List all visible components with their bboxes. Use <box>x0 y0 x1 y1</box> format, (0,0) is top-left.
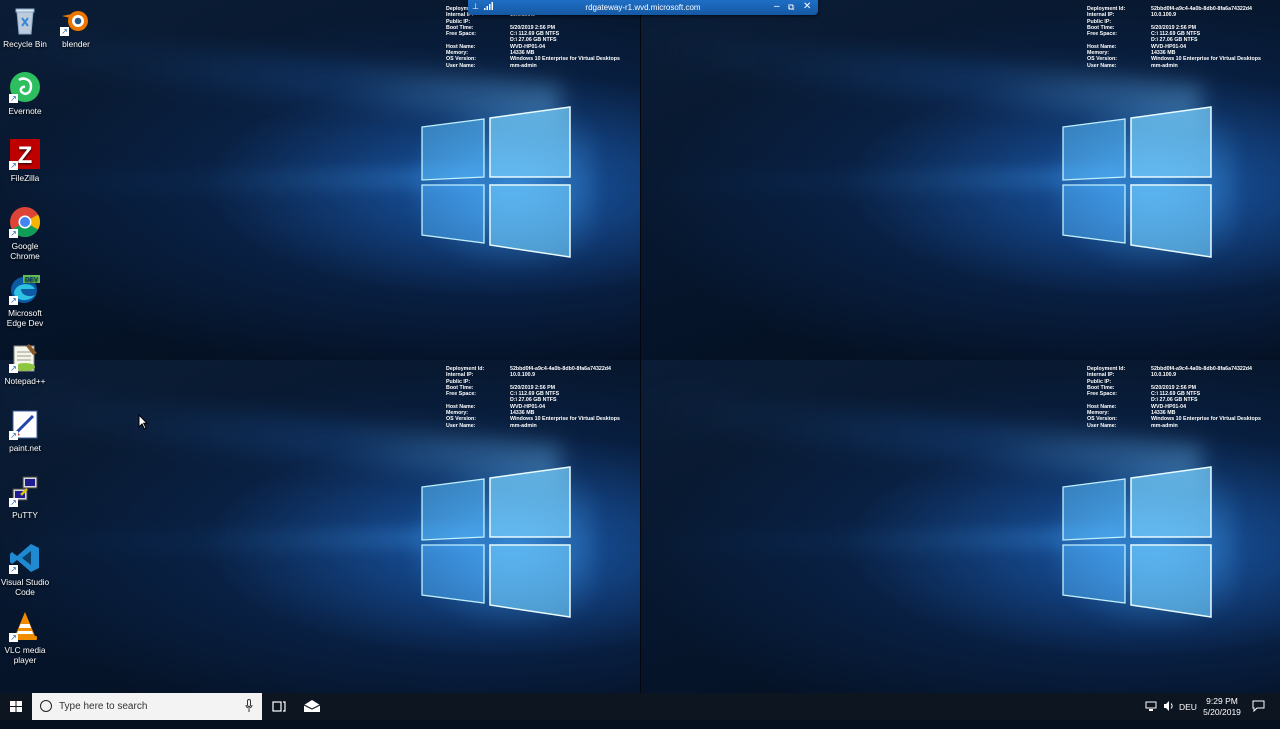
microphone-icon[interactable] <box>245 699 253 713</box>
desktop-icon-label: paint.net <box>9 443 41 453</box>
desktop-icon-paint-net[interactable]: ↗ paint.net <box>0 408 50 453</box>
desktop-icon-chrome[interactable]: ↗ Google Chrome <box>0 206 50 261</box>
user-name-value: mm-admin <box>510 62 537 69</box>
mouse-cursor-icon <box>138 414 148 430</box>
blender-icon: ↗ <box>60 4 92 36</box>
monitor-quadrant: Deployment Id:52bbd0f4-a9c4-4a0b-8db0-8f… <box>0 0 640 360</box>
windows-start-icon <box>10 701 22 712</box>
putty-icon: ↗ <box>9 475 41 507</box>
user-name-value: mm-admin <box>1151 422 1178 429</box>
desktop-icon-label: FileZilla <box>10 173 40 183</box>
windows-logo <box>1062 466 1212 618</box>
desktop-icon-recycle-bin[interactable]: Recycle Bin <box>0 4 50 49</box>
notepad-plus-plus-icon: ↗ <box>9 341 41 373</box>
mail-icon <box>303 700 321 712</box>
remote-desktop-connection-bar[interactable]: ⊥ rdgateway-r1.wvd.microsoft.com – ⧉ ✕ <box>468 0 818 15</box>
desktop-icon-label: Evernote <box>8 106 42 116</box>
input-language[interactable]: DEU <box>1179 702 1197 729</box>
task-view-icon <box>272 701 286 712</box>
desktop-icon-evernote[interactable]: ↗ Evernote <box>0 71 50 116</box>
desktop-icon-blender[interactable]: ↗ blender <box>51 4 101 49</box>
desktop-icon-putty[interactable]: ↗ PuTTY <box>0 475 50 520</box>
taskbar-clock[interactable]: 9:29 PM 5/20/2019 <box>1198 696 1246 718</box>
windows-logo <box>1062 106 1212 258</box>
desktop-icon-filezilla[interactable]: Z ↗ FileZilla <box>0 138 50 183</box>
network-icon[interactable] <box>1145 700 1157 727</box>
minimize-button[interactable]: – <box>774 1 780 12</box>
svg-text:Z: Z <box>18 142 33 169</box>
desktop-icon-label: blender <box>62 39 90 49</box>
user-name-label: User Name: <box>446 422 476 429</box>
monitor-quadrant: Deployment Id:52bbd0f4-a9c4-4a0b-8db0-8f… <box>0 360 640 693</box>
user-name-label: User Name: <box>1087 62 1117 69</box>
user-name-label: User Name: <box>446 62 476 69</box>
mail-button[interactable] <box>296 693 330 720</box>
desktop-icon-label: Visual Studio Code <box>0 577 50 597</box>
action-center-icon[interactable] <box>1252 700 1265 727</box>
monitor-quadrant: Deployment Id:52bbd0f4-a9c4-4a0b-8db0-8f… <box>640 360 1280 693</box>
system-info-panel: Deployment Id:52bbd0f4-a9c4-4a0b-8db0-8f… <box>1087 6 1277 69</box>
close-button[interactable]: ✕ <box>803 1 811 12</box>
filezilla-icon: Z ↗ <box>9 138 41 170</box>
desktop-icon-vlc[interactable]: ↗ VLC media player <box>0 610 50 665</box>
svg-text:DEV: DEV <box>25 277 39 284</box>
windows-logo <box>421 466 571 618</box>
system-info-panel: Deployment Id:52bbd0f4-a9c4-4a0b-8db0-8f… <box>446 6 636 69</box>
desktop-icon-vscode[interactable]: ↗ Visual Studio Code <box>0 542 50 597</box>
desktop-icon-label: Google Chrome <box>10 241 40 261</box>
windows-logo <box>421 106 571 258</box>
start-button[interactable] <box>0 693 32 720</box>
desktop-icon-label: Microsoft Edge Dev <box>6 308 44 328</box>
taskbar-search-box[interactable]: Type here to search <box>32 693 262 720</box>
evernote-icon: ↗ <box>9 71 41 103</box>
recycle-bin-icon <box>9 4 41 36</box>
paint-net-icon: ↗ <box>9 408 41 440</box>
vscode-icon: ↗ <box>9 542 41 574</box>
connection-title: rdgateway-r1.wvd.microsoft.com <box>585 3 701 12</box>
desktop-icon-label: PuTTY <box>12 510 38 520</box>
desktop-icon-label: Recycle Bin <box>3 39 47 49</box>
desktop-icon-edge-dev[interactable]: DEV ↗ Microsoft Edge Dev <box>0 273 50 328</box>
clock-time: 9:29 PM <box>1206 696 1238 706</box>
task-view-button[interactable] <box>262 693 296 720</box>
search-icon <box>40 700 52 712</box>
user-name-value: mm-admin <box>1151 62 1178 69</box>
desktop-icon-label: Notepad++ <box>4 376 46 386</box>
vlc-icon: ↗ <box>9 610 41 642</box>
edge-dev-icon: DEV ↗ <box>9 275 40 305</box>
desktop: Deployment Id:52bbd0f4-a9c4-4a0b-8db0-8f… <box>0 0 1280 693</box>
system-info-panel: Deployment Id:52bbd0f4-a9c4-4a0b-8db0-8f… <box>446 366 636 429</box>
desktop-icon-notepad-plus-plus[interactable]: ↗ Notepad++ <box>0 341 50 386</box>
search-placeholder: Type here to search <box>59 701 148 712</box>
chrome-icon: ↗ <box>9 206 41 238</box>
monitor-quadrant: Deployment Id:52bbd0f4-a9c4-4a0b-8db0-8f… <box>640 0 1280 360</box>
clock-date: 5/20/2019 <box>1203 707 1241 717</box>
user-name-value: mm-admin <box>510 422 537 429</box>
volume-icon[interactable] <box>1163 700 1175 727</box>
restore-button[interactable]: ⧉ <box>788 2 794 13</box>
desktop-icon-label: VLC media player <box>4 645 46 665</box>
user-name-label: User Name: <box>1087 422 1117 429</box>
taskbar: Type here to search DEU 9:29 PM 5/20/201… <box>0 693 1280 720</box>
system-info-panel: Deployment Id:52bbd0f4-a9c4-4a0b-8db0-8f… <box>1087 366 1277 429</box>
